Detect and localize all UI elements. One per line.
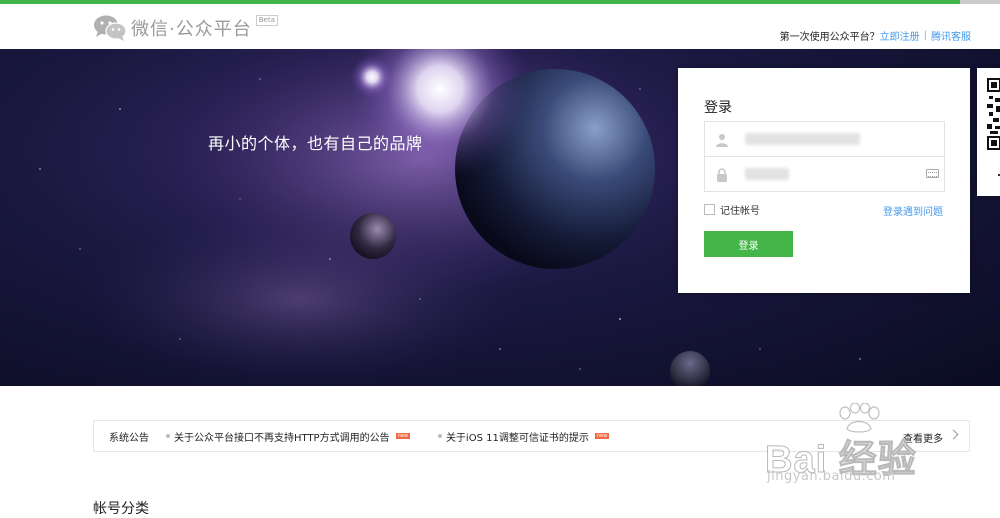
- header-links: 第一次使用公众平台？ 立即注册 | 腾讯客服: [780, 28, 971, 43]
- baidu-jingyan-watermark: Bai 经验 jingyan.baidu.com: [765, 403, 950, 493]
- account-field[interactable]: [704, 121, 945, 157]
- qr-code-icon: [987, 78, 1000, 150]
- remember-account[interactable]: 记住帐号: [704, 202, 760, 217]
- beta-badge: Beta: [255, 14, 278, 26]
- keyboard-icon[interactable]: [926, 169, 939, 178]
- watermark-subtext: jingyan.baidu.com: [767, 469, 896, 484]
- login-panel: 登录 记住帐号 登录遇到问题 登录: [678, 68, 970, 293]
- notice-item[interactable]: 关于公众平台接口不再支持HTTP方式调用的公告 new: [166, 429, 410, 444]
- login-help-link[interactable]: 登录遇到问题: [883, 203, 943, 218]
- notice-item-text: 关于公众平台接口不再支持HTTP方式调用的公告: [174, 432, 390, 444]
- register-link[interactable]: 立即注册: [880, 28, 920, 43]
- account-types-heading: 帐号分类: [93, 501, 149, 517]
- account-input[interactable]: [745, 122, 925, 156]
- banner-slogan: 再小的个体，也有自己的品牌: [208, 134, 423, 153]
- new-badge: new: [594, 433, 610, 439]
- logo-title: 微信·公众平台: [131, 19, 252, 40]
- first-time-text: 第一次使用公众平台？: [779, 32, 880, 43]
- link-separator: |: [923, 30, 927, 41]
- qr-code-panel[interactable]: [977, 68, 1000, 196]
- login-button[interactable]: 登录: [704, 231, 793, 257]
- lock-icon: [715, 167, 729, 182]
- user-icon: [715, 132, 729, 147]
- remember-label: 记住帐号: [720, 206, 760, 217]
- bullet-icon: [166, 434, 170, 438]
- site-header: 微信·公众平台 Beta 第一次使用公众平台？ 立即注册 | 腾讯客服: [0, 4, 1000, 48]
- password-field[interactable]: [704, 156, 945, 192]
- chevron-right-icon[interactable]: [948, 429, 959, 440]
- notice-item-text: 关于iOS 11调整可信证书的提示: [445, 432, 589, 444]
- wechat-icon: [93, 14, 127, 42]
- support-link[interactable]: 腾讯客服: [931, 28, 971, 43]
- password-input[interactable]: [745, 157, 925, 191]
- new-badge: new: [395, 433, 410, 439]
- notice-item[interactable]: 关于iOS 11调整可信证书的提示 new: [437, 429, 610, 444]
- login-title: 登录: [704, 100, 732, 116]
- remember-checkbox[interactable]: [704, 204, 715, 215]
- notice-label: 系统公告: [109, 432, 149, 444]
- logo[interactable]: 微信·公众平台 Beta: [93, 14, 278, 42]
- bullet-icon: [437, 434, 442, 438]
